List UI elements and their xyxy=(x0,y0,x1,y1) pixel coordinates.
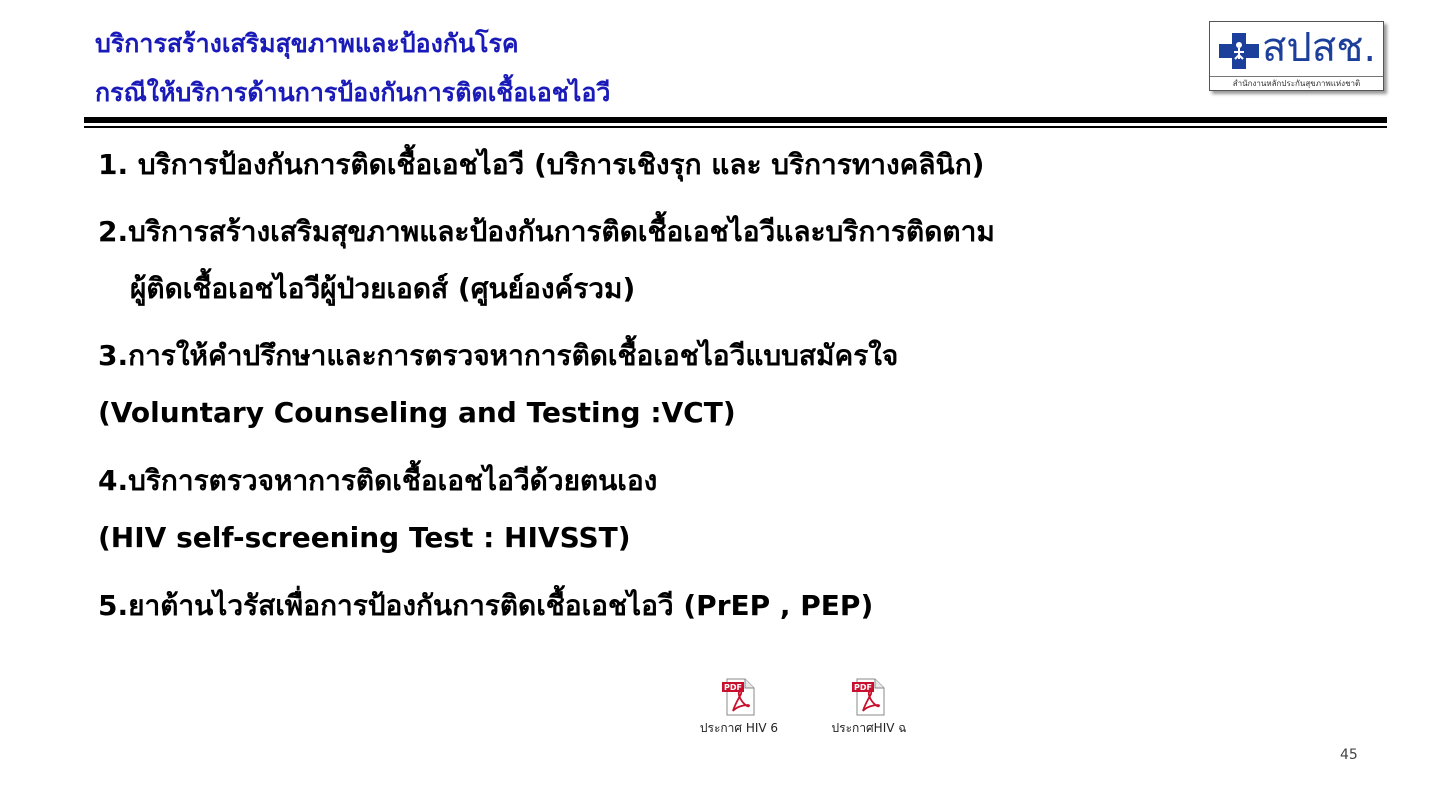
attachment-filename: ประกาศ HIV 6 xyxy=(699,721,779,735)
attachment-pdf-2[interactable]: PDF ประกาศHIV ฉ xyxy=(814,678,924,736)
pdf-file-icon: PDF xyxy=(852,678,885,716)
logo-tagline: สำนักงานหลักประกันสุขภาพแห่งชาติ xyxy=(1210,76,1383,90)
list-item-5: 5.ยาต้านไวรัสเพื่อการป้องกันการติดเชื้อเ… xyxy=(98,589,874,622)
header-divider-thin xyxy=(84,126,1387,128)
attachment-pdf-1[interactable]: PDF ประกาศ HIV 6 xyxy=(684,678,794,736)
list-item-4: 4.บริการตรวจหาการติดเชื้อเอชไอวีด้วยตนเอ… xyxy=(98,464,658,497)
list-item-3: 3.การให้คำปรึกษาและการตรวจหาการติดเชื้อเ… xyxy=(98,339,899,372)
attachment-filename: ประกาศHIV ฉ xyxy=(831,721,907,735)
header-divider-thick xyxy=(84,117,1387,123)
list-item-4-subtitle: (HIV self-screening Test : HIVSST) xyxy=(98,521,631,554)
slide-title-line-2: กรณีให้บริการด้านการป้องกันการติดเชื้อเอ… xyxy=(95,78,611,107)
nhso-logo: สปสช. สำนักงานหลักประกันสุขภาพแห่งชาติ xyxy=(1209,21,1384,91)
list-item-2: 2.บริการสร้างเสริมสุขภาพและป้องกันการติด… xyxy=(98,215,995,248)
medical-cross-icon xyxy=(1219,33,1259,69)
page-number: 45 xyxy=(1340,747,1358,763)
slide-title-line-1: บริการสร้างเสริมสุขภาพและป้องกันโรค xyxy=(95,29,519,58)
logo-wordmark: สปสช. xyxy=(1262,25,1377,71)
list-item-3-subtitle: (Voluntary Counseling and Testing :VCT) xyxy=(98,396,736,429)
list-item-2-continued: ผู้ติดเชื้อเอชไอวีผู้ป่วยเอดส์ (ศูนย์องค… xyxy=(130,272,636,305)
list-item-1: 1. บริการป้องกันการติดเชื้อเอชไอวี (บริก… xyxy=(98,148,985,181)
pdf-file-icon: PDF xyxy=(722,678,755,716)
